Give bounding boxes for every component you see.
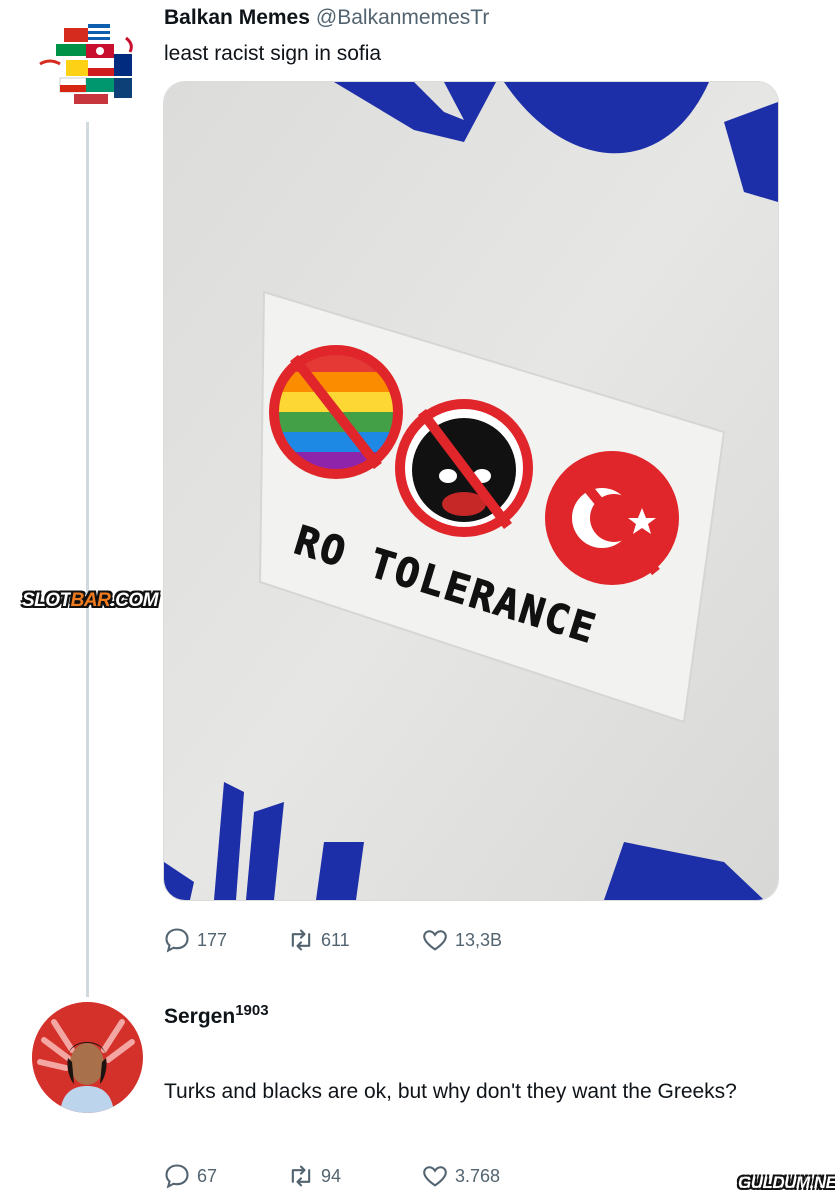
watermark-part-accent: BAR [70,590,111,611]
flags-collage-icon [39,24,133,104]
like-button[interactable]: 13,3B [421,926,502,954]
reply-icon [165,928,189,953]
user-handle[interactable]: @BalkanmemesTr [316,6,489,29]
balkan-memes-avatar[interactable] [30,18,142,110]
display-name[interactable]: Sergen [164,1005,235,1028]
tweet-text: least racist sign in sofia [164,42,382,65]
reply-button[interactable]: 67 [163,1162,217,1190]
like-count: 3.768 [455,1165,501,1186]
reply-icon [165,1164,189,1189]
tweet-actions: 177 611 13,3B [163,926,563,956]
thread-connector-line [86,122,89,997]
heart-icon [423,930,447,951]
reply-text: Turks and blacks are ok, but why don't t… [164,1080,737,1103]
watermark-part: SLOT [22,590,71,611]
like-button[interactable]: 3.768 [421,1162,500,1190]
reply-count: 67 [197,1165,218,1186]
retweet-count: 94 [321,1165,342,1186]
retweet-count: 611 [321,929,350,950]
guldum-watermark: GULDUM.NET [738,1173,835,1192]
retweet-icon [291,1165,311,1187]
reply-actions: 67 94 3.768 [163,1162,563,1192]
heart-icon [423,1166,447,1187]
tweet-media-photo[interactable]: RO TOLERANCE [163,81,779,901]
sergen-avatar[interactable] [32,1002,143,1113]
like-count: 13,3B [455,929,503,950]
reply-button[interactable]: 177 [163,926,227,954]
watermark-part: .COM [110,590,158,611]
display-name[interactable]: Balkan Memes [164,6,310,29]
slotbar-watermark: SLOTBAR.COM [22,590,158,612]
reply-header: Sergen1903 [164,1002,269,1029]
user-photo [32,1002,142,1113]
tweet-header: Balkan Memes @BalkanmemesTr [164,6,489,30]
retweet-button[interactable]: 611 [287,926,350,954]
retweet-button[interactable]: 94 [287,1162,341,1190]
reply-count: 177 [197,929,228,950]
name-suffix: 1903 [235,1002,269,1019]
sticker-photo: RO TOLERANCE [164,82,778,900]
retweet-icon [291,929,311,951]
